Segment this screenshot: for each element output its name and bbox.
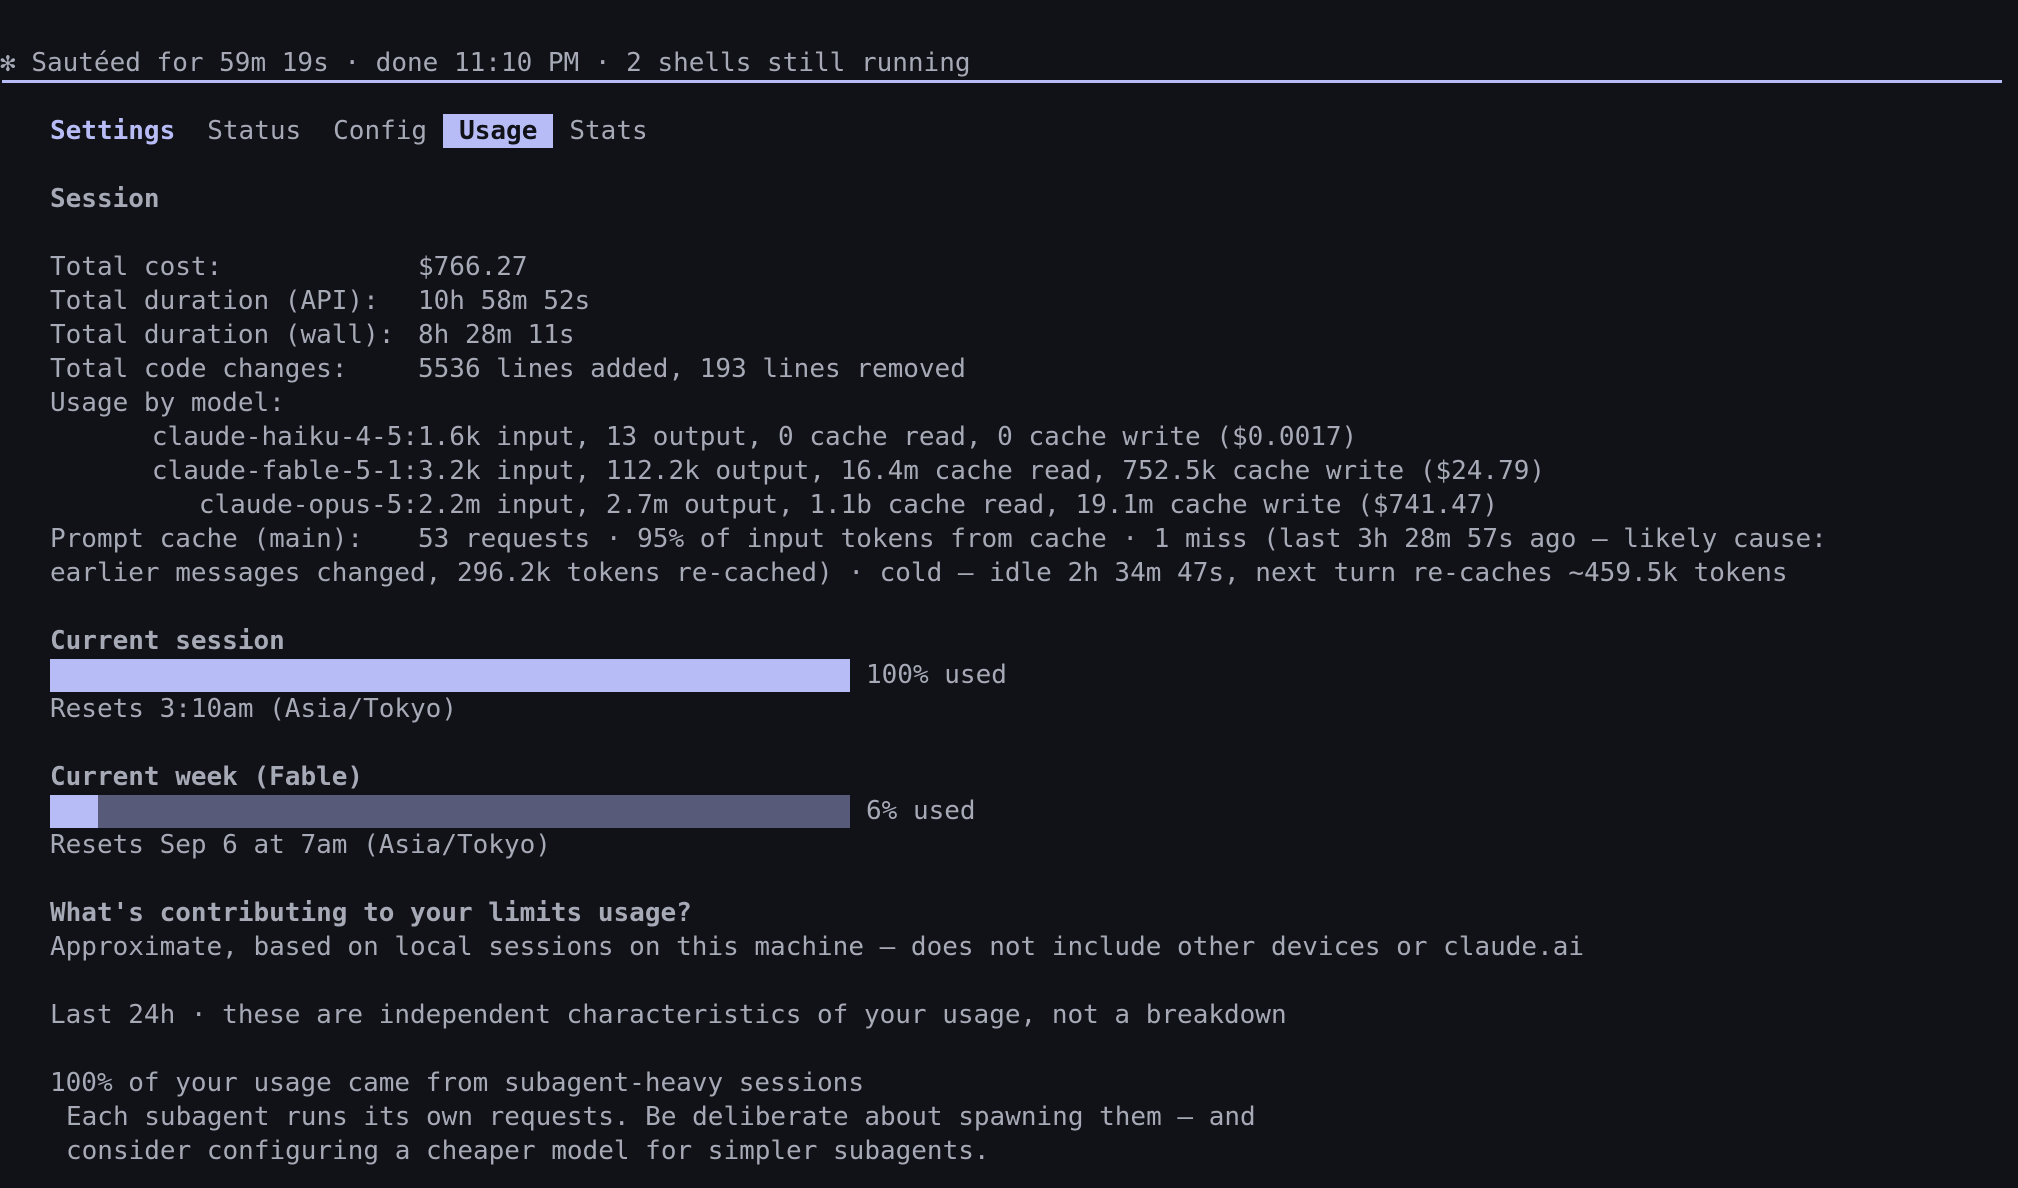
current-week-progress-bar bbox=[50, 794, 850, 828]
contributions-heading: What's contributing to your limits usage… bbox=[50, 898, 692, 928]
model-row: claude-opus-5: 2.2m input, 2.7m output, 1… bbox=[50, 488, 1990, 522]
model-row: claude-haiku-4-5: 1.6k input, 13 output, … bbox=[50, 420, 1990, 454]
current-session-progress-fill bbox=[50, 658, 850, 692]
spinner-icon: ✻ bbox=[0, 48, 16, 78]
total-cost-value: $766.27 bbox=[418, 252, 528, 282]
prompt-cache-label: Prompt cache (main): bbox=[50, 524, 364, 554]
status-line: ✻ Sautéed for 59m 19s · done 11:10 PM · … bbox=[0, 46, 971, 80]
model-usage: 2.2m input, 2.7m output, 1.1b cache read… bbox=[418, 490, 1499, 520]
period-note: Last 24h · these are independent charact… bbox=[50, 1000, 1287, 1030]
current-week-progress-fill bbox=[50, 794, 98, 828]
model-usage: 3.2k input, 112.2k output, 16.4m cache r… bbox=[418, 456, 1546, 486]
duration-wall-label: Total duration (wall): bbox=[50, 320, 395, 350]
model-name: claude-opus-5: bbox=[198, 490, 418, 520]
divider-rule bbox=[2, 80, 2002, 83]
current-session-progress-bar bbox=[50, 658, 850, 692]
current-week-resets: Resets Sep 6 at 7am (Asia/Tokyo) bbox=[50, 830, 551, 860]
settings-tab-bar: Settings Status Config Usage Stats bbox=[50, 114, 664, 148]
prompt-cache-value: 53 requests · 95% of input tokens from c… bbox=[418, 524, 1827, 554]
model-usage: 1.6k input, 13 output, 0 cache read, 0 c… bbox=[418, 422, 1358, 452]
duration-api-label: Total duration (API): bbox=[50, 286, 379, 316]
duration-wall-value: 8h 28m 11s bbox=[418, 320, 575, 350]
total-cost-row: Total cost: $766.27 bbox=[50, 250, 1990, 284]
duration-wall-row: Total duration (wall): 8h 28m 11s bbox=[50, 318, 1990, 352]
prompt-cache-row: Prompt cache (main): 53 requests · 95% of… bbox=[50, 522, 1990, 556]
current-week-heading: Current week (Fable) bbox=[50, 762, 364, 792]
current-session-used-label: 100% used bbox=[866, 660, 1007, 690]
tab-status[interactable]: Status bbox=[191, 114, 317, 148]
insight-text: Each subagent runs its own requests. Be … bbox=[66, 1102, 1256, 1132]
session-heading: Session bbox=[50, 184, 160, 214]
settings-title: Settings bbox=[50, 116, 176, 146]
model-name: claude-fable-5-1: bbox=[151, 456, 418, 486]
usage-panel: Session Total cost: $766.27 Total duratio… bbox=[50, 182, 1990, 1168]
duration-api-row: Total duration (API): 10h 58m 52s bbox=[50, 284, 1990, 318]
contributions-subtitle: Approximate, based on local sessions on … bbox=[50, 932, 1585, 962]
terminal-screen: ✻ Sautéed for 59m 19s · done 11:10 PM · … bbox=[0, 0, 2018, 1188]
tab-usage[interactable]: Usage bbox=[443, 114, 554, 148]
status-text: Sautéed for 59m 19s · done 11:10 PM · 2 … bbox=[31, 48, 971, 78]
duration-api-value: 10h 58m 52s bbox=[418, 286, 591, 316]
insight-text: consider configuring a cheaper model for… bbox=[66, 1136, 990, 1166]
prompt-cache-value-continued: earlier messages changed, 296.2k tokens … bbox=[50, 558, 1788, 588]
code-changes-row: Total code changes: 5536 lines added, 193… bbox=[50, 352, 1990, 386]
current-week-used-label: 6% used bbox=[866, 796, 976, 826]
code-changes-label: Total code changes: bbox=[50, 354, 348, 384]
current-session-resets: Resets 3:10am (Asia/Tokyo) bbox=[50, 694, 457, 724]
model-row: claude-fable-5-1: 3.2k input, 112.2k outp… bbox=[50, 454, 1990, 488]
usage-by-model-label: Usage by model: bbox=[50, 388, 285, 418]
current-session-heading: Current session bbox=[50, 626, 285, 656]
code-changes-value: 5536 lines added, 193 lines removed bbox=[418, 354, 966, 384]
model-name: claude-haiku-4-5: bbox=[151, 422, 418, 452]
insight-title: 100% of your usage came from subagent-he… bbox=[50, 1068, 864, 1098]
current-week-usage: 6% used bbox=[50, 794, 1990, 828]
current-session-usage: 100% used bbox=[50, 658, 1990, 692]
tab-stats[interactable]: Stats bbox=[553, 114, 663, 148]
tab-config[interactable]: Config bbox=[317, 114, 443, 148]
total-cost-label: Total cost: bbox=[50, 252, 223, 282]
